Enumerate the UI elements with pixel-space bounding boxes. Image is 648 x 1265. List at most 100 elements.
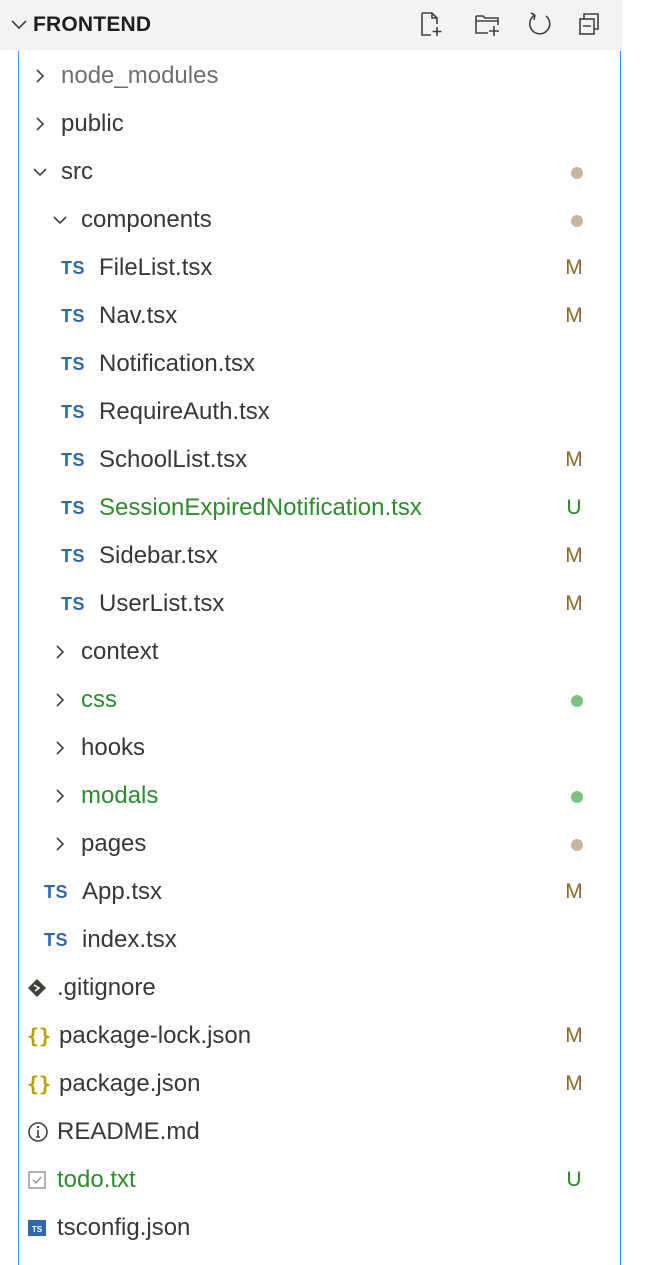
folder-row[interactable]: modals (19, 772, 620, 820)
typescript-icon: TS (61, 594, 86, 614)
text-file-icon (27, 1156, 47, 1204)
git-status-dot (571, 167, 583, 179)
json-icon: {} (27, 1072, 52, 1096)
section-title: FRONTEND (33, 13, 152, 36)
typescript-icon: TS (44, 930, 69, 950)
item-label: FileList.tsx (99, 254, 213, 281)
tsconfig-icon: TS (27, 1204, 47, 1252)
chevron-down-icon[interactable] (10, 16, 28, 34)
file-tree[interactable]: node_modulespublic src components TS FileLis… (18, 51, 621, 1265)
item-label: SchoolList.tsx (99, 446, 248, 473)
item-label: Nav.tsx (99, 302, 178, 329)
folder-row[interactable]: pages (19, 820, 620, 868)
folder-row[interactable]: css (19, 676, 620, 724)
item-label: .gitignore (57, 974, 156, 1001)
file-row[interactable]: {} package.json M (19, 1060, 620, 1108)
file-row[interactable]: TS FileList.tsx M (19, 244, 620, 292)
file-row[interactable]: TS tsconfig.json (19, 1204, 620, 1252)
item-label: Sidebar.tsx (99, 542, 218, 569)
file-row[interactable]: todo.txt U (19, 1156, 620, 1204)
item-label: css (81, 686, 117, 713)
new-folder-icon[interactable] (473, 10, 501, 38)
file-row[interactable]: README.md (19, 1108, 620, 1156)
typescript-icon: TS (44, 882, 69, 902)
chevron-down-icon (32, 148, 48, 196)
file-row[interactable]: TS Sidebar.tsx M (19, 532, 620, 580)
chevron-right-icon (52, 820, 68, 868)
file-row[interactable]: TS App.tsx M (19, 868, 620, 916)
folder-row[interactable]: public (19, 100, 620, 148)
git-icon (27, 964, 47, 1012)
typescript-icon: TS (61, 258, 86, 278)
item-label: modals (81, 782, 159, 809)
item-label: public (61, 110, 124, 137)
item-label: App.tsx (82, 878, 163, 905)
item-label: RequireAuth.tsx (99, 398, 270, 425)
folder-row[interactable]: node_modules (19, 52, 620, 100)
item-label: hooks (81, 734, 146, 761)
git-status-badge: M (565, 304, 583, 327)
folder-row[interactable]: src (19, 148, 620, 196)
item-label: README.md (57, 1118, 200, 1145)
collapse-all-icon[interactable] (576, 10, 604, 38)
typescript-icon: TS (61, 498, 86, 518)
item-label: package.json (59, 1070, 201, 1097)
chevron-right-icon (52, 628, 68, 676)
git-status-badge: M (565, 592, 583, 615)
item-label: node_modules (61, 62, 219, 89)
chevron-right-icon (32, 52, 48, 100)
file-row[interactable]: {} package-lock.json M (19, 1012, 620, 1060)
file-row[interactable]: TS SessionExpiredNotification.tsx U (19, 484, 620, 532)
typescript-icon: TS (61, 354, 86, 374)
git-status-dot (571, 215, 583, 227)
chevron-right-icon (32, 100, 48, 148)
chevron-down-icon (52, 196, 68, 244)
folder-row[interactable]: components (19, 196, 620, 244)
svg-text:TS: TS (32, 1225, 43, 1234)
item-label: context (81, 638, 159, 665)
git-status-badge: M (565, 880, 583, 903)
chevron-right-icon (52, 724, 68, 772)
git-status-badge: M (565, 1024, 583, 1047)
refresh-icon[interactable] (526, 10, 554, 38)
git-status-dot (571, 839, 583, 851)
item-label: src (61, 158, 93, 185)
folder-row[interactable]: context (19, 628, 620, 676)
file-row[interactable]: TS Nav.tsx M (19, 292, 620, 340)
chevron-right-icon (52, 676, 68, 724)
git-status-badge: M (565, 544, 583, 567)
item-label: components (81, 206, 212, 233)
typescript-icon: TS (61, 402, 86, 422)
git-status-badge: M (565, 448, 583, 471)
git-status-badge: U (566, 1168, 582, 1191)
folder-row[interactable]: hooks (19, 724, 620, 772)
item-label: package-lock.json (59, 1022, 252, 1049)
chevron-right-icon (52, 772, 68, 820)
item-label: todo.txt (57, 1166, 136, 1193)
typescript-icon: TS (61, 546, 86, 566)
item-label: pages (81, 830, 147, 857)
git-status-dot (571, 695, 583, 707)
item-label: SessionExpiredNotification.tsx (99, 494, 422, 521)
file-row[interactable]: TS UserList.tsx M (19, 580, 620, 628)
file-row[interactable]: .gitignore (19, 964, 620, 1012)
new-file-icon[interactable] (417, 10, 445, 38)
json-icon: {} (27, 1024, 52, 1048)
info-icon (27, 1108, 49, 1156)
file-row[interactable]: TS index.tsx (19, 916, 620, 964)
git-status-badge: M (565, 1072, 583, 1095)
explorer-section-header[interactable]: FRONTEND (0, 0, 622, 50)
git-status-dot (571, 791, 583, 803)
typescript-icon: TS (61, 450, 86, 470)
git-status-badge: M (565, 256, 583, 279)
item-label: UserList.tsx (99, 590, 225, 617)
item-label: index.tsx (82, 926, 177, 953)
file-row[interactable]: TS RequireAuth.tsx (19, 388, 620, 436)
explorer-view: FRONTEND node_modulespublic src components… (0, 0, 648, 1265)
git-status-badge: U (566, 496, 582, 519)
file-row[interactable]: TS SchoolList.tsx M (19, 436, 620, 484)
item-label: Notification.tsx (99, 350, 256, 377)
file-row[interactable]: TS Notification.tsx (19, 340, 620, 388)
item-label: tsconfig.json (57, 1214, 191, 1241)
typescript-icon: TS (61, 306, 86, 326)
